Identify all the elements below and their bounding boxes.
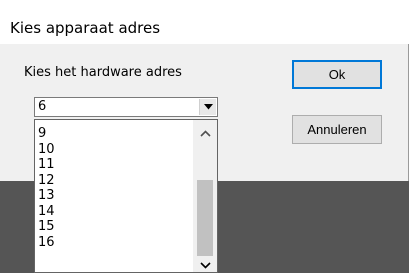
list-item[interactable]: 16: [37, 235, 192, 251]
list-item[interactable]: 14: [37, 204, 192, 220]
list-item[interactable]: 9: [37, 126, 192, 142]
ok-button[interactable]: Ok: [292, 60, 382, 89]
cancel-button[interactable]: Annuleren: [292, 115, 382, 144]
vertical-scrollbar[interactable]: [193, 120, 217, 272]
list-item[interactable]: 15: [37, 219, 192, 235]
address-combobox[interactable]: 6: [34, 97, 218, 117]
screen: Kies apparaat adres Kies het hardware ad…: [0, 0, 409, 273]
address-list: 9 10 11 12 13 14 15 16: [37, 126, 192, 250]
list-item[interactable]: 12: [37, 173, 192, 189]
chevron-up-icon[interactable]: [193, 124, 217, 142]
list-item[interactable]: 10: [37, 142, 192, 158]
chevron-down-icon[interactable]: [193, 256, 217, 272]
scrollbar-thumb[interactable]: [197, 180, 213, 256]
list-item[interactable]: 13: [37, 188, 192, 204]
address-dropdown-list[interactable]: 9 10 11 12 13 14 15 16: [34, 119, 218, 273]
list-item[interactable]: 11: [37, 157, 192, 173]
prompt-label: Kies het hardware adres: [24, 65, 182, 80]
dialog-title: Kies apparaat adres: [10, 19, 161, 37]
combobox-value: 6: [38, 99, 47, 114]
title-bar[interactable]: Kies apparaat adres: [0, 0, 409, 44]
triangle-down-icon[interactable]: [199, 99, 216, 115]
